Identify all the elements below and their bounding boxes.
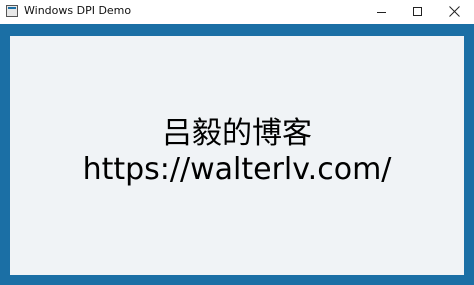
blog-text-block: 吕毅的博客 https://walterlv.com/ — [10, 116, 464, 188]
close-icon — [449, 6, 460, 17]
close-button[interactable] — [436, 0, 474, 24]
app-window-icon[interactable] — [6, 5, 18, 17]
content-area: 吕毅的博客 https://walterlv.com/ — [10, 36, 464, 275]
maximize-button[interactable] — [399, 0, 437, 24]
minimize-icon — [377, 12, 386, 13]
maximize-icon — [413, 7, 422, 16]
title-bar[interactable]: Windows DPI Demo — [0, 0, 474, 24]
blog-url-text: https://walterlv.com/ — [82, 152, 392, 187]
minimize-button[interactable] — [362, 0, 400, 24]
app-window: Windows DPI Demo 吕毅的博客 https://walterlv.… — [0, 0, 474, 285]
blog-name-text: 吕毅的博客 — [162, 116, 312, 151]
window-title: Windows DPI Demo — [24, 4, 132, 17]
